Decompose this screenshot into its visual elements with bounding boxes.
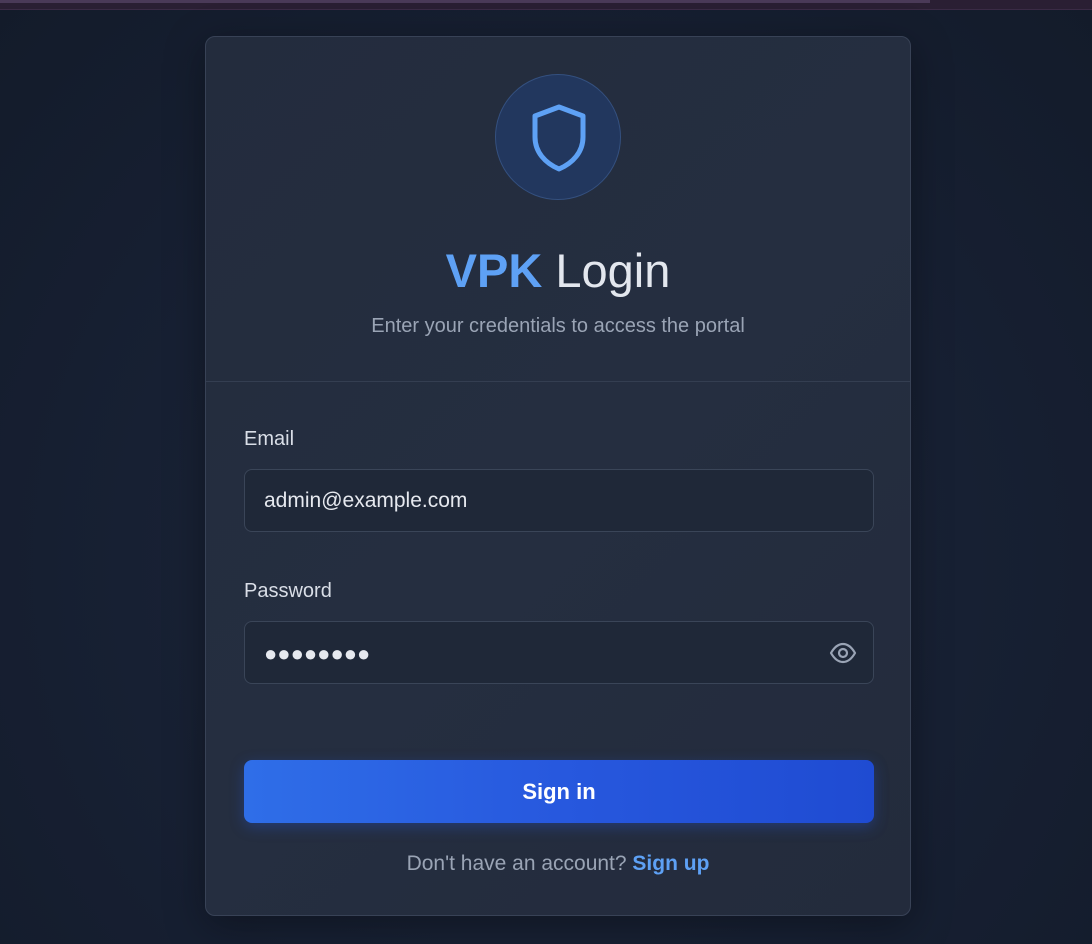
login-card: VPK Login Enter your credentials to acce… xyxy=(205,36,911,916)
browser-top-bar xyxy=(0,0,1092,10)
page-subtitle: Enter your credentials to access the por… xyxy=(371,315,745,337)
password-label: Password xyxy=(244,580,332,602)
eye-icon xyxy=(829,642,857,664)
signup-prompt: Don't have an account? Sign up xyxy=(206,850,910,878)
show-password-button[interactable] xyxy=(829,640,857,666)
title-suffix: Login xyxy=(542,244,671,297)
signup-prompt-text: Don't have an account? xyxy=(406,852,633,875)
sign-in-button[interactable]: Sign in xyxy=(244,760,874,823)
password-masked-value: ●●●●●●●● xyxy=(264,641,371,666)
email-field[interactable] xyxy=(245,470,873,531)
password-field[interactable]: ●●●●●●●● xyxy=(244,621,874,684)
top-bar-accent xyxy=(0,0,930,3)
login-page: VPK Login Enter your credentials to acce… xyxy=(0,0,1092,944)
sign-up-link[interactable]: Sign up xyxy=(632,852,709,875)
page-title: VPK Login xyxy=(206,240,910,302)
logo-badge xyxy=(495,74,621,200)
card-header: VPK Login Enter your credentials to acce… xyxy=(206,37,910,382)
email-label: Email xyxy=(244,428,295,450)
brand-name: VPK xyxy=(445,244,543,297)
email-field-wrapper xyxy=(244,469,874,532)
shield-icon xyxy=(532,104,586,172)
